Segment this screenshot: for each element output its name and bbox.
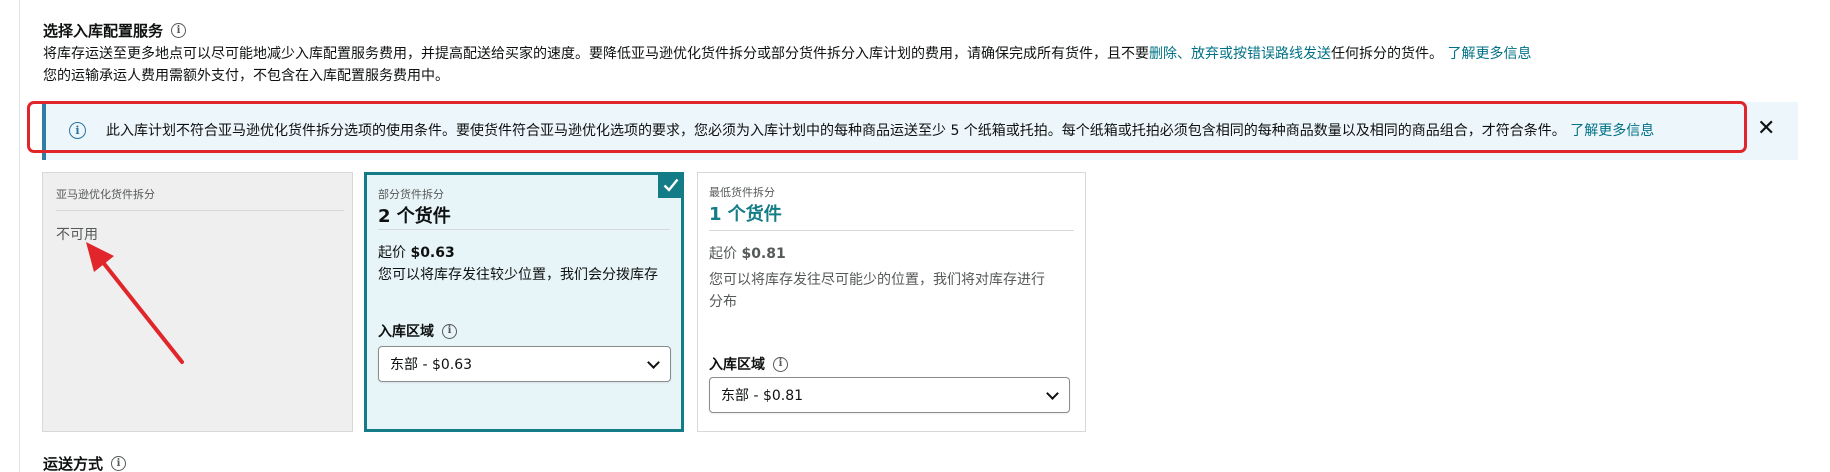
info-icon[interactable]: i <box>442 323 457 339</box>
learn-more-link[interactable]: 了解更多信息 <box>1447 46 1531 62</box>
shipping-method-title: 运送方式 i <box>43 453 127 472</box>
left-divider <box>19 0 20 472</box>
card-label: 亚马逊优化货件拆分 <box>56 188 155 201</box>
region-select[interactable]: 东部 - $0.81 <box>709 377 1070 413</box>
chevron-down-icon <box>647 356 660 369</box>
card-price: 起价 $0.63 <box>378 245 455 261</box>
checkmark-icon <box>658 172 684 198</box>
card-divider <box>709 230 1074 231</box>
alert-learn-more-link[interactable]: 了解更多信息 <box>1570 123 1654 139</box>
info-icon: i <box>69 122 86 139</box>
annotation-arrow-icon <box>86 242 184 364</box>
region-label: 入库区域 i <box>378 321 457 341</box>
info-icon[interactable]: i <box>773 356 788 372</box>
section-title-text: 选择入库配置服务 <box>43 22 164 40</box>
card-minimal-split[interactable]: 最低货件拆分 1 个货件 起价 $0.81 您可以将库存发往尽可能少的位置，我们… <box>697 172 1086 432</box>
info-icon[interactable]: i <box>171 23 187 38</box>
card-partial-split[interactable]: 部分货件拆分 2 个货件 起价 $0.63 您可以将库存发往较少位置，我们会分拨… <box>364 172 684 432</box>
section-title: 选择入库配置服务 i <box>43 20 187 41</box>
section-description: 将库存运送至更多地点可以尽可能地减少入库配置服务费用，并提高配送给买家的速度。要… <box>43 43 1531 87</box>
close-icon[interactable]: ✕ <box>1757 116 1775 141</box>
region-label: 入库区域 i <box>709 354 788 374</box>
alert-message: 此入库计划不符合亚马逊优化货件拆分选项的使用条件。要使货件符合亚马逊优化选项的要… <box>106 123 1655 139</box>
description-line-1: 将库存运送至更多地点可以尽可能地减少入库配置服务费用，并提高配送给买家的速度。要… <box>43 46 1532 62</box>
card-title: 2 个货件 <box>378 206 451 227</box>
region-select[interactable]: 东部 - $0.63 <box>378 346 671 382</box>
card-divider <box>378 229 670 230</box>
card-label: 最低货件拆分 <box>709 186 775 199</box>
delete-abandon-link[interactable]: 删除、放弃或按错误路线发送 <box>1149 46 1331 62</box>
description-line-2: 您的运输承运人费用需额外支付，不包含在入库配置服务费用中。 <box>43 68 449 84</box>
chevron-down-icon <box>1046 387 1059 400</box>
card-label: 部分货件拆分 <box>378 188 444 201</box>
card-divider <box>56 210 344 211</box>
card-description: 您可以将库存发往尽可能少的位置，我们将对库存进行 分布 <box>709 272 1045 310</box>
eligibility-alert: i 此入库计划不符合亚马逊优化货件拆分选项的使用条件。要使货件符合亚马逊优化选项… <box>42 102 1798 160</box>
card-price: 起价 $0.81 <box>709 246 786 262</box>
info-icon[interactable]: i <box>111 456 127 471</box>
card-title: 1 个货件 <box>709 204 782 225</box>
card-description: 您可以将库存发往较少位置，我们会分拨库存 <box>378 267 658 283</box>
